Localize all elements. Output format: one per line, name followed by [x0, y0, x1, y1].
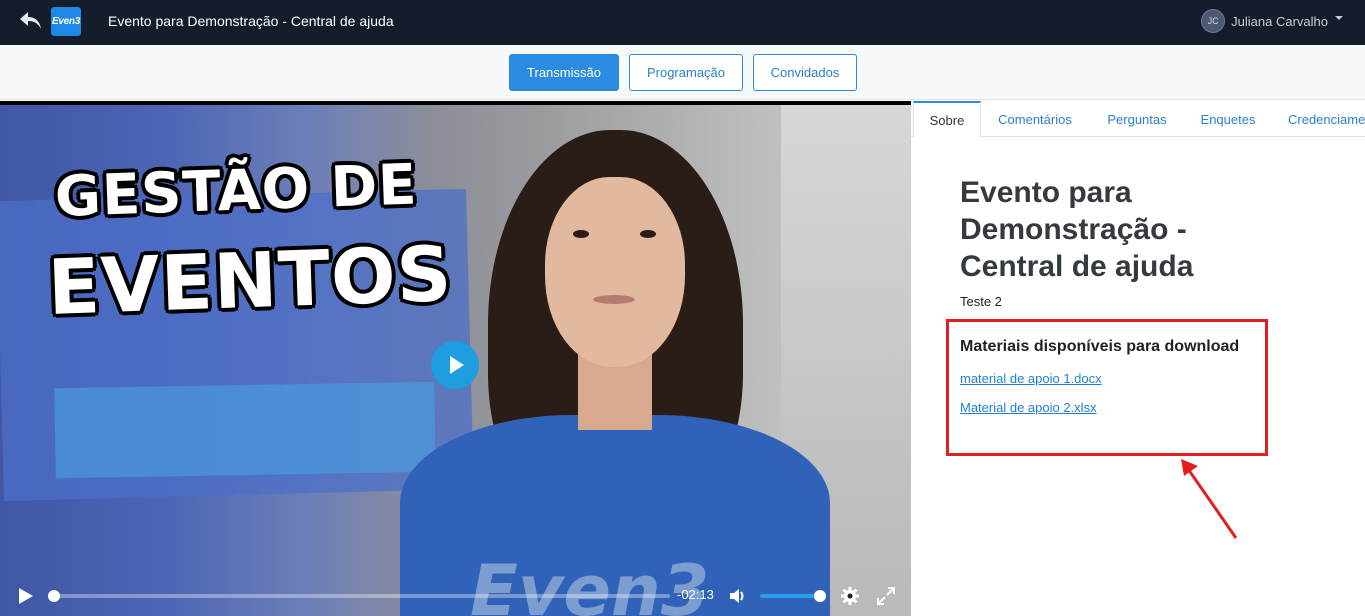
tab-comentarios[interactable]: Comentários	[989, 101, 1081, 137]
volume-slider[interactable]	[760, 590, 826, 602]
user-menu[interactable]: JC Juliana Carvalho	[1201, 9, 1343, 33]
event-subtitle: Teste 2	[960, 294, 1002, 309]
tab-transmissao-button[interactable]: Transmissão	[509, 54, 619, 91]
tab-programacao-button[interactable]: Programação	[629, 54, 743, 91]
volume-handle[interactable]	[814, 590, 826, 602]
side-panel: Sobre Comentários Perguntas Enquetes Cre…	[911, 101, 1365, 616]
chevron-down-icon	[1335, 16, 1343, 20]
tab-convidados-button[interactable]: Convidados	[753, 54, 857, 91]
volume-icon[interactable]	[728, 586, 748, 606]
tab-perguntas[interactable]: Perguntas	[1096, 101, 1178, 137]
side-tabs: Sobre Comentários Perguntas Enquetes Cre…	[911, 101, 1365, 138]
materials-title: Materiais disponíveis para download	[960, 338, 1240, 355]
progress-handle[interactable]	[48, 590, 60, 602]
fullscreen-icon[interactable]	[876, 586, 896, 606]
play-icon[interactable]	[18, 587, 34, 605]
big-play-button[interactable]	[431, 341, 479, 389]
section-nav: Transmissão Programação Convidados	[0, 45, 1365, 100]
presenter-eye	[640, 230, 656, 238]
tab-enquetes[interactable]: Enquetes	[1193, 101, 1263, 137]
user-name: Juliana Carvalho	[1231, 13, 1328, 29]
gear-icon[interactable]	[840, 586, 860, 606]
back-arrow-icon[interactable]	[18, 9, 44, 33]
progress-bar[interactable]	[48, 590, 670, 602]
presenter-eye	[573, 230, 589, 238]
event-title: Evento para Demonstração - Central de aj…	[960, 176, 1194, 283]
top-bar: Even3 Evento para Demonstração - Central…	[0, 0, 1365, 45]
video-headline-line2: EVENTOS	[46, 228, 454, 332]
play-icon	[450, 356, 464, 374]
presenter-face	[545, 177, 685, 367]
avatar: JC	[1201, 9, 1226, 33]
tab-credenciamento[interactable]: Credenciame	[1283, 101, 1365, 137]
video-controls: -02:13	[0, 576, 911, 616]
even3-logo[interactable]: Even3	[51, 7, 81, 36]
background-panel	[54, 381, 436, 479]
video-player[interactable]: Even3 GESTÃO DE EVENTOS -02:13	[0, 101, 911, 616]
page-title: Evento para Demonstração - Central de aj…	[108, 13, 394, 29]
time-remaining: -02:13	[677, 587, 714, 602]
presenter-mouth	[593, 295, 635, 304]
tab-sobre[interactable]: Sobre	[913, 101, 981, 138]
video-headline-line1: GESTÃO DE	[53, 152, 419, 230]
file-link[interactable]: material de apoio 1.docx	[960, 371, 1102, 386]
file-link[interactable]: Material de apoio 2.xlsx	[960, 400, 1097, 415]
annotation-arrow-icon	[1181, 459, 1238, 539]
